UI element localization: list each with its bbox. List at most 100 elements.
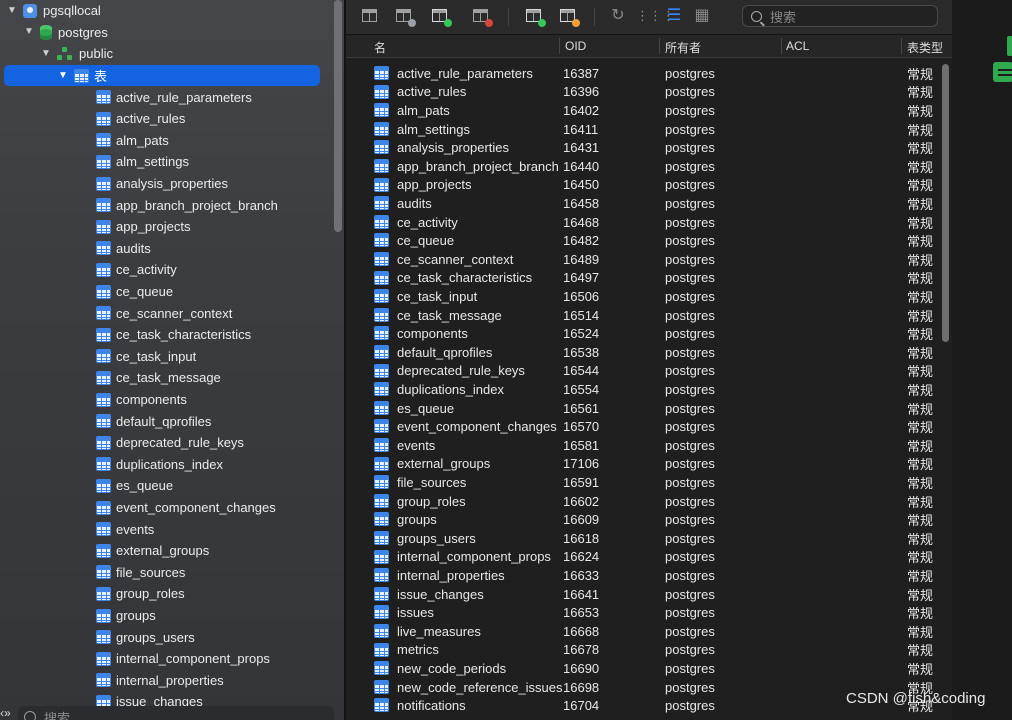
column-header-name[interactable]: 名 — [374, 39, 386, 56]
sidebar-table-item[interactable]: es_queue — [0, 475, 330, 497]
table-row[interactable]: audits 16458 postgres 常规 — [346, 194, 952, 213]
table-row[interactable]: issues 16653 postgres 常规 — [346, 603, 952, 622]
table-row[interactable]: active_rules 16396 postgres 常规 — [346, 83, 952, 102]
search-input[interactable]: 搜索 — [742, 5, 938, 27]
table-row[interactable]: analysis_properties 16431 postgres 常规 — [346, 138, 952, 157]
table-row[interactable]: live_measures 16668 postgres 常规 — [346, 622, 952, 641]
sidebar-table-item[interactable]: events — [0, 518, 330, 540]
sidebar-table-item[interactable]: active_rules — [0, 108, 330, 130]
table-row[interactable]: file_sources 16591 postgres 常规 — [346, 473, 952, 492]
column-header-oid[interactable]: OID — [565, 39, 586, 53]
sidebar-table-item[interactable]: ce_queue — [0, 281, 330, 303]
table-row[interactable]: duplications_index 16554 postgres 常规 — [346, 380, 952, 399]
table-row[interactable]: new_code_periods 16690 postgres 常规 — [346, 659, 952, 678]
sidebar-search-field[interactable]: 搜索 — [18, 706, 334, 720]
new-table-icon[interactable] — [360, 7, 382, 27]
sidebar-table-item[interactable]: app_branch_project_branch — [0, 194, 330, 216]
table-row[interactable]: ce_activity 16468 postgres 常规 — [346, 213, 952, 232]
refresh-icon[interactable]: ↻ — [608, 6, 628, 26]
sidebar-table-item[interactable]: group_roles — [0, 583, 330, 605]
table-row[interactable]: app_branch_project_branch 16440 postgres 常规 — [346, 157, 952, 176]
sidebar-table-item[interactable]: external_groups — [0, 540, 330, 562]
table-row[interactable]: ce_task_characteristics 16497 postgres 常规 — [346, 269, 952, 288]
info-icon[interactable] — [1007, 36, 1012, 56]
tree-tables-node[interactable]: ▼ 表 — [4, 64, 320, 87]
cell-oid: 16704 — [563, 698, 600, 714]
export-icon[interactable] — [558, 7, 580, 27]
sidebar-table-item[interactable]: duplications_index — [0, 454, 330, 476]
sidebar-table-item[interactable]: alm_pats — [0, 130, 330, 152]
list-view-icon[interactable]: ☰ — [664, 6, 684, 26]
table-row[interactable]: active_rule_parameters 16387 postgres 常规 — [346, 64, 952, 83]
sidebar-table-item[interactable]: audits — [0, 238, 330, 260]
tree-connection[interactable]: ▼ pgsqllocal — [0, 0, 330, 22]
sidebar-table-item[interactable]: default_qprofiles — [0, 410, 330, 432]
add-table-icon[interactable] — [430, 7, 452, 27]
table-row[interactable]: event_component_changes 16570 postgres 常规 — [346, 417, 952, 436]
sidebar-table-item[interactable]: groups — [0, 605, 330, 627]
delete-table-icon[interactable] — [471, 7, 493, 27]
sidebar-table-item[interactable]: deprecated_rule_keys — [0, 432, 330, 454]
grid-view-icon[interactable]: ⋮⋮⋮ — [636, 6, 675, 26]
sidebar-table-item[interactable]: ce_task_input — [0, 346, 330, 368]
tree-schema[interactable]: ▼ public — [0, 43, 330, 65]
sidebar-table-item[interactable]: internal_properties — [0, 670, 330, 692]
table-row[interactable]: group_roles 16602 postgres 常规 — [346, 492, 952, 511]
list-info-icon[interactable] — [993, 62, 1012, 82]
table-row[interactable]: ce_task_message 16514 postgres 常规 — [346, 306, 952, 325]
tree-database[interactable]: ▼ postgres — [0, 22, 330, 44]
table-row[interactable]: ce_queue 16482 postgres 常规 — [346, 231, 952, 250]
sidebar-table-item[interactable]: ce_task_characteristics — [0, 324, 330, 346]
table-row[interactable]: external_groups 17106 postgres 常规 — [346, 455, 952, 474]
table-row[interactable]: groups_users 16618 postgres 常规 — [346, 529, 952, 548]
cell-table-type: 常规 — [907, 85, 934, 101]
table-row[interactable]: default_qprofiles 16538 postgres 常规 — [346, 343, 952, 362]
table-row[interactable]: deprecated_rule_keys 16544 postgres 常规 — [346, 362, 952, 381]
chevron-down-icon[interactable]: ▼ — [7, 5, 17, 16]
table-row[interactable]: components 16524 postgres 常规 — [346, 324, 952, 343]
sidebar-table-item[interactable]: ce_task_message — [0, 367, 330, 389]
import-icon[interactable] — [524, 7, 546, 27]
column-header-owner[interactable]: 所有者 — [665, 39, 701, 56]
table-row[interactable]: metrics 16678 postgres 常规 — [346, 641, 952, 660]
chevron-down-icon[interactable]: ▼ — [41, 48, 51, 59]
chevron-down-icon[interactable]: ▼ — [24, 27, 34, 37]
column-resizer[interactable] — [781, 38, 782, 54]
table-row[interactable]: ce_scanner_context 16489 postgres 常规 — [346, 250, 952, 269]
cell-owner: postgres — [665, 381, 715, 397]
table-icon — [374, 586, 389, 601]
sidebar-table-item[interactable]: ce_scanner_context — [0, 302, 330, 324]
detail-view-icon[interactable]: ▦ — [692, 6, 712, 26]
design-table-icon[interactable] — [394, 7, 416, 27]
table-row[interactable]: app_projects 16450 postgres 常规 — [346, 176, 952, 195]
sidebar-table-item[interactable]: ce_activity — [0, 259, 330, 281]
table-row[interactable]: alm_pats 16402 postgres 常规 — [346, 101, 952, 120]
table-row[interactable]: issue_changes 16641 postgres 常规 — [346, 585, 952, 604]
column-header-table-type[interactable]: 表类型 — [907, 39, 943, 56]
column-resizer[interactable] — [901, 38, 902, 54]
column-header-acl[interactable]: ACL — [786, 39, 809, 53]
table-row[interactable]: ce_task_input 16506 postgres 常规 — [346, 287, 952, 306]
chevron-down-icon[interactable]: ▼ — [58, 70, 68, 81]
sidebar-table-item[interactable]: internal_component_props — [0, 648, 330, 670]
sidebar-table-item[interactable]: active_rule_parameters — [0, 86, 330, 108]
column-resizer[interactable] — [659, 38, 660, 54]
sidebar-table-item[interactable]: groups_users — [0, 626, 330, 648]
sidebar-table-item[interactable]: components — [0, 389, 330, 411]
sidebar-table-item[interactable]: file_sources — [0, 562, 330, 584]
sidebar-table-item[interactable]: app_projects — [0, 216, 330, 238]
table-row[interactable]: internal_properties 16633 postgres 常规 — [346, 566, 952, 585]
table-row[interactable]: events 16581 postgres 常规 — [346, 436, 952, 455]
table-row[interactable]: internal_component_props 16624 postgres 常规 — [346, 548, 952, 567]
column-resizer[interactable] — [559, 38, 560, 54]
list-scrollbar[interactable] — [942, 64, 949, 342]
table-row[interactable]: alm_settings 16411 postgres 常规 — [346, 120, 952, 139]
cell-oid: 16497 — [563, 270, 600, 286]
table-row[interactable]: es_queue 16561 postgres 常规 — [346, 399, 952, 418]
collapse-handle[interactable]: ‹» — [0, 706, 12, 720]
table-row[interactable]: groups 16609 postgres 常规 — [346, 510, 952, 529]
sidebar-scrollbar[interactable] — [334, 0, 342, 232]
sidebar-table-item[interactable]: analysis_properties — [0, 173, 330, 195]
sidebar-table-item[interactable]: event_component_changes — [0, 497, 330, 519]
sidebar-table-item[interactable]: alm_settings — [0, 151, 330, 173]
